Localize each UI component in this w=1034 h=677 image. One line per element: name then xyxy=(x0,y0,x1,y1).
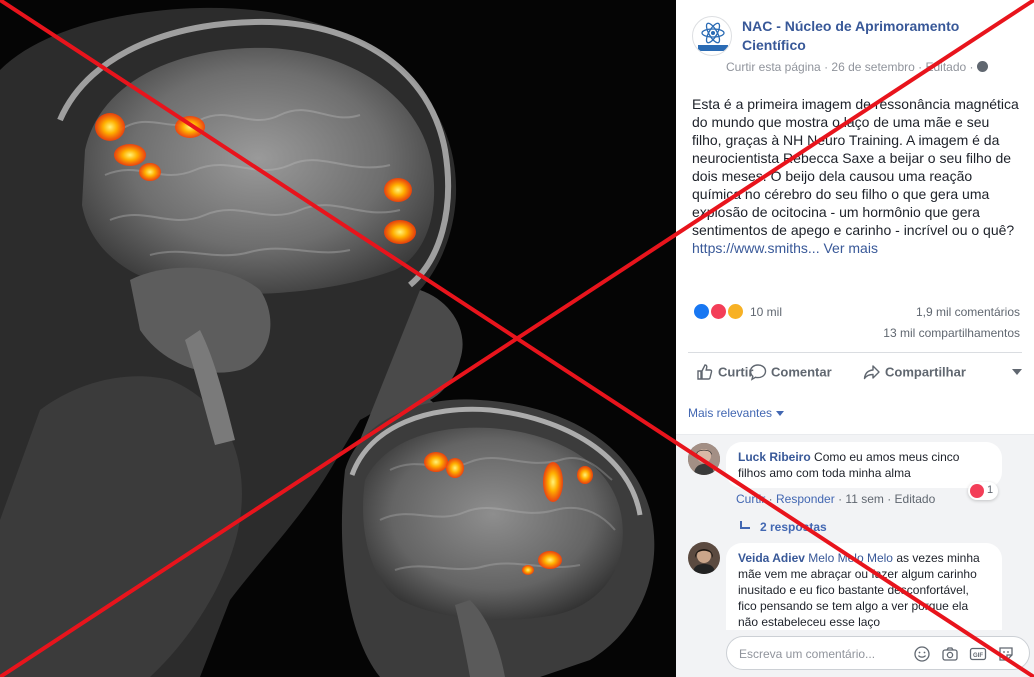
avatar-image xyxy=(688,443,720,475)
comment-actions: Curtir · Responder · 11 sem · Editado xyxy=(736,492,936,506)
reaction-count[interactable]: 10 mil xyxy=(750,305,782,319)
post-meta: Curtir esta página · 26 de setembro · Ed… xyxy=(726,60,988,74)
share-icon xyxy=(863,365,880,380)
meta-separator: · xyxy=(969,60,974,74)
thumbs-up-icon xyxy=(697,364,713,380)
emoji-icon[interactable] xyxy=(913,645,931,663)
like-button[interactable]: Curtir xyxy=(696,363,753,385)
page-logo[interactable] xyxy=(692,16,732,56)
heart-icon xyxy=(970,484,984,498)
post-date[interactable]: 26 de setembro xyxy=(831,60,914,74)
share-label: Compartilhar xyxy=(885,364,966,380)
share-options-chevron-icon[interactable] xyxy=(1012,369,1022,375)
comment-composer-row: Escreva um comentário... GIF xyxy=(676,630,1034,677)
mri-image xyxy=(0,7,655,677)
post-body: Esta é a primeira imagem de ressonância … xyxy=(692,96,1019,238)
like-page-link[interactable]: Curtir esta página xyxy=(726,60,821,74)
reaction-icons xyxy=(692,302,748,322)
comment-reaction-count: 1 xyxy=(987,483,994,496)
comments-list: Luck Ribeiro Como eu amos meus cinco fil… xyxy=(676,435,1034,630)
comment-mention[interactable]: Melo Melo Melo xyxy=(808,551,893,565)
comment-icon xyxy=(749,364,767,381)
avatar-image xyxy=(688,542,720,574)
comment-author[interactable]: Luck Ribeiro xyxy=(738,450,811,464)
edited-label[interactable]: Editado xyxy=(925,60,966,74)
comment-label: Comentar xyxy=(771,364,832,380)
meta-separator: · xyxy=(824,60,829,74)
comment-bubble: Luck Ribeiro Como eu amos meus cinco fil… xyxy=(726,442,1002,488)
sticker-icon[interactable] xyxy=(997,645,1015,663)
avatar[interactable] xyxy=(688,443,720,475)
comment-author[interactable]: Veida Adiev xyxy=(738,551,805,565)
caret-down-icon xyxy=(776,411,785,417)
reply-arrow-icon xyxy=(740,521,750,529)
avatar[interactable] xyxy=(688,542,720,574)
post-text: Esta é a primeira imagem de ressonância … xyxy=(692,95,1022,257)
post-url[interactable]: https://www.smiths... xyxy=(692,240,820,256)
camera-icon[interactable] xyxy=(941,645,959,663)
comment-input[interactable]: Escreva um comentário... GIF xyxy=(726,636,1030,670)
action-bar: Curtir Comentar Compartilhar xyxy=(688,352,1022,394)
share-button[interactable]: Compartilhar xyxy=(863,363,966,385)
comment-placeholder: Escreva um comentário... xyxy=(739,647,876,661)
page-name[interactable]: NAC - Núcleo de Aprimoramento Científico xyxy=(742,17,1012,55)
atom-icon xyxy=(698,22,728,51)
comment-button[interactable]: Comentar xyxy=(749,363,832,385)
comment-sort-dropdown[interactable]: Mais relevantes xyxy=(688,406,785,420)
post-panel: NAC - Núcleo de Aprimoramento Científico… xyxy=(676,0,1034,677)
post-photo[interactable] xyxy=(0,0,676,677)
comment-reaction-badge[interactable]: 1 xyxy=(968,482,999,500)
comment-like-link[interactable]: Curtir xyxy=(736,492,765,506)
comment-reply-link[interactable]: Responder xyxy=(776,492,835,506)
replies-count: 2 respostas xyxy=(760,520,827,534)
meta-separator: · xyxy=(918,60,923,74)
view-replies-link[interactable]: 2 respostas xyxy=(740,520,827,534)
svg-text:GIF: GIF xyxy=(973,653,983,659)
comment-edited[interactable]: Editado xyxy=(895,492,936,506)
sort-label: Mais relevantes xyxy=(688,406,773,420)
globe-icon xyxy=(976,61,988,72)
shares-count[interactable]: 13 mil compartilhamentos xyxy=(883,326,1020,340)
gif-icon[interactable]: GIF xyxy=(969,645,987,663)
comments-count[interactable]: 1,9 mil comentários xyxy=(916,305,1020,319)
see-more-link[interactable]: Ver mais xyxy=(823,240,877,256)
comment-bubble: Veida Adiev Melo Melo Melo as vezes minh… xyxy=(726,543,1002,630)
comment-time[interactable]: 11 sem xyxy=(845,492,883,506)
wow-icon xyxy=(726,302,745,321)
